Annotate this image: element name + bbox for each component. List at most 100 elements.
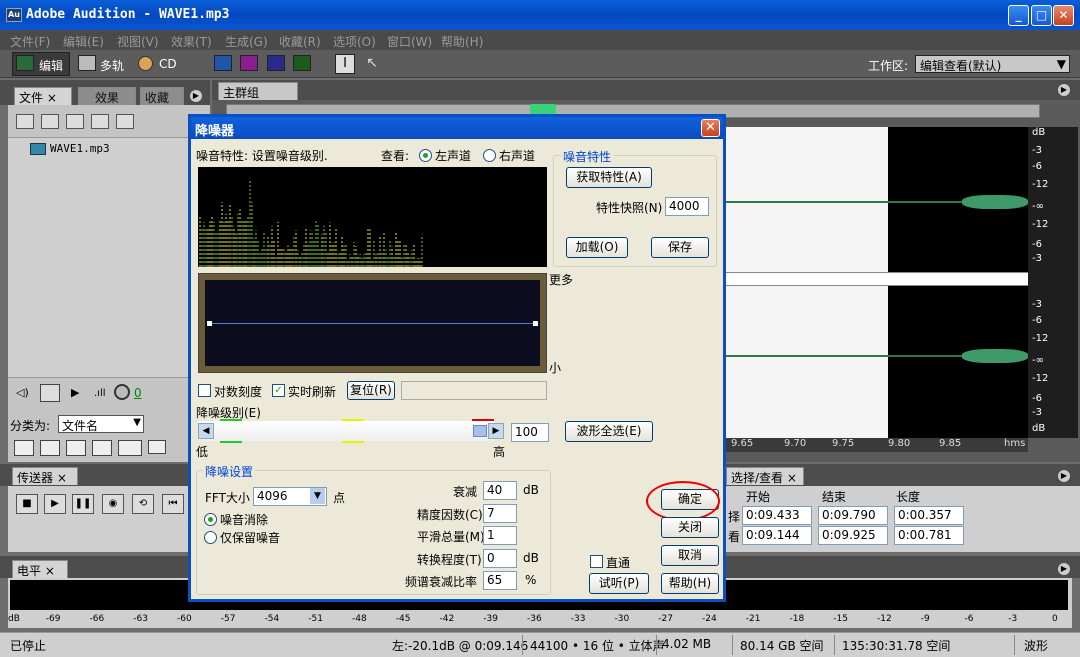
live-update-label[interactable]: 实时刷新	[288, 383, 336, 400]
panel-menu-icon[interactable]: ▶	[1058, 470, 1070, 482]
close-icon[interactable]: ×	[45, 564, 55, 578]
tab-levels[interactable]: 电平 ×	[12, 560, 68, 578]
panel-menu-icon[interactable]: ▶	[1058, 84, 1070, 96]
curve-handle[interactable]	[533, 321, 538, 326]
menu-generate[interactable]: 生成(G)	[225, 33, 268, 50]
menu-window[interactable]: 窗口(W)	[387, 33, 432, 50]
close-dialog-button[interactable]: 关闭	[661, 517, 719, 538]
volume-knob[interactable]	[114, 384, 130, 400]
selection-end[interactable]: 0:09.790	[818, 506, 888, 525]
precision-input[interactable]: 7	[483, 504, 517, 523]
time-selection-icon[interactable]: I	[335, 54, 355, 74]
close-icon[interactable]: ×	[787, 471, 797, 485]
filter-icon[interactable]	[14, 440, 34, 456]
insert-multitrack-icon[interactable]	[66, 114, 84, 129]
menu-view[interactable]: 视图(V)	[117, 33, 159, 50]
load-button[interactable]: 加载(O)	[566, 237, 628, 258]
show-options-icon[interactable]	[118, 440, 142, 456]
remove-noise-label[interactable]: 噪音消除	[220, 511, 268, 528]
spectral-pitch-icon[interactable]	[267, 55, 285, 71]
view-start[interactable]: 0:09.144	[742, 526, 812, 545]
chevron-right-icon[interactable]: ▶	[488, 423, 504, 439]
tab-favorites[interactable]: 收藏夹	[140, 87, 184, 105]
menu-favorites[interactable]: 收藏(R)	[279, 33, 321, 50]
transition-input[interactable]: 0	[483, 549, 517, 568]
minimize-button[interactable]: _	[1008, 5, 1029, 26]
overview-range[interactable]	[530, 104, 556, 114]
filter-icon[interactable]	[92, 440, 112, 456]
close-button[interactable]: ✕	[1053, 5, 1074, 26]
marquee-tool-icon[interactable]: ↖	[362, 54, 382, 74]
bypass-checkbox[interactable]	[590, 555, 603, 568]
chevron-left-icon[interactable]: ◀	[198, 423, 214, 439]
stop-icon[interactable]: ■	[16, 494, 38, 514]
sort-select[interactable]: 文件名 ▼	[58, 415, 144, 433]
chevron-down-icon[interactable]: ▼	[310, 488, 325, 504]
panel-menu-icon[interactable]: ▶	[1058, 563, 1070, 575]
dialog-close-button[interactable]: ✕	[701, 119, 720, 137]
remove-noise-radio[interactable]	[204, 513, 217, 526]
menu-file[interactable]: 文件(F)	[10, 33, 50, 50]
close-file-icon[interactable]	[41, 114, 59, 129]
multitrack-label[interactable]: 多轨	[100, 57, 124, 74]
reduction-level-slider[interactable]: ◀ ▶	[198, 419, 504, 443]
cd-icon[interactable]	[138, 56, 153, 71]
loop-icon[interactable]: ⟲	[132, 494, 154, 514]
keep-noise-label[interactable]: 仅保留噪音	[220, 529, 280, 546]
right-channel-label[interactable]: 右声道	[499, 147, 535, 164]
left-channel-radio[interactable]	[419, 149, 432, 162]
filter-icon[interactable]	[66, 440, 86, 456]
keep-noise-radio[interactable]	[204, 531, 217, 544]
fft-select[interactable]: 4096 ▼	[253, 487, 327, 506]
reduction-level-input[interactable]: 100	[511, 423, 549, 442]
filter-icon[interactable]	[40, 440, 60, 456]
selection-length[interactable]: 0:00.357	[894, 506, 964, 525]
speaker-icon[interactable]: ◁)	[16, 386, 32, 400]
menu-effects[interactable]: 效果(T)	[171, 33, 212, 50]
tab-selection-view[interactable]: 选择/查看 ×	[726, 467, 804, 485]
slider-thumb[interactable]	[473, 425, 487, 437]
selection-start[interactable]: 0:09.433	[742, 506, 812, 525]
snapshot-input[interactable]: 4000	[665, 197, 709, 216]
close-icon[interactable]: ×	[47, 91, 57, 105]
spectral-input[interactable]: 65	[483, 571, 517, 590]
cd-label[interactable]: CD	[159, 57, 177, 71]
tab-effects[interactable]: 效果	[78, 87, 136, 105]
insert-cd-icon[interactable]	[91, 114, 109, 129]
log-scale-label[interactable]: 对数刻度	[214, 383, 262, 400]
left-channel-label[interactable]: 左声道	[435, 147, 471, 164]
bypass-label[interactable]: 直通	[606, 554, 630, 571]
reset-button[interactable]: 复位(R)	[347, 381, 395, 400]
log-scale-checkbox[interactable]	[198, 384, 211, 397]
preview-icon[interactable]	[148, 440, 166, 454]
maximize-button[interactable]: □	[1031, 5, 1052, 26]
panel-menu-icon[interactable]: ▶	[190, 90, 202, 102]
tab-main-group[interactable]: 主群组	[218, 82, 298, 100]
play-icon[interactable]: ▶	[44, 494, 66, 514]
menu-help[interactable]: 帮助(H)	[441, 33, 483, 50]
help-button[interactable]: 帮助(H)	[661, 573, 719, 594]
view-length[interactable]: 0:00.781	[894, 526, 964, 545]
edit-file-icon[interactable]	[116, 114, 134, 129]
tab-files[interactable]: 文件 ×	[14, 87, 72, 105]
menu-edit[interactable]: 编辑(E)	[63, 33, 104, 50]
loop-icon[interactable]	[40, 384, 60, 402]
file-item[interactable]: WAVE1.mp3	[50, 142, 110, 155]
right-channel-radio[interactable]	[483, 149, 496, 162]
tab-transport[interactable]: 传送器 ×	[12, 467, 78, 485]
preview-button[interactable]: 试听(P)	[589, 573, 649, 594]
skip-back-icon[interactable]: ⏮	[162, 494, 184, 514]
play-icon[interactable]: ▶	[71, 386, 79, 399]
open-file-icon[interactable]	[16, 114, 34, 129]
pause-icon[interactable]: ❚❚	[72, 494, 94, 514]
capture-profile-button[interactable]: 获取特性(A)	[566, 167, 652, 188]
menu-options[interactable]: 选项(O)	[333, 33, 376, 50]
smoothing-input[interactable]: 1	[483, 526, 517, 545]
decay-input[interactable]: 40	[483, 481, 517, 500]
reduction-graph[interactable]	[205, 280, 540, 366]
save-button[interactable]: 保存	[651, 237, 709, 258]
waveform-display-icon[interactable]	[214, 55, 232, 71]
live-update-checkbox[interactable]: ✓	[272, 384, 285, 397]
multitrack-icon[interactable]	[78, 55, 96, 71]
curve-handle[interactable]	[207, 321, 212, 326]
